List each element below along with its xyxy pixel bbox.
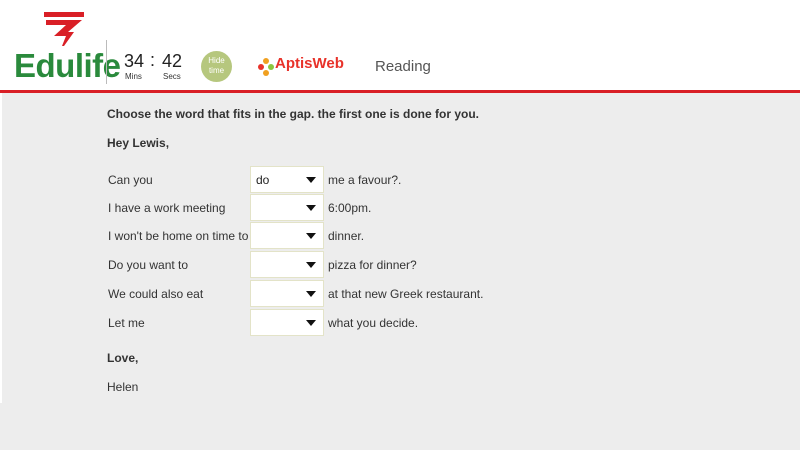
sentence-prefix: Do you want to	[108, 258, 189, 272]
chevron-down-icon	[306, 205, 316, 211]
sentence-row: We could also eat at that new Greek rest…	[0, 280, 800, 308]
answer-dropdown-4[interactable]	[250, 251, 324, 278]
letter-signature: Helen	[107, 380, 139, 394]
timer-minutes-unit: Mins	[125, 72, 142, 81]
timer-seconds-unit: Secs	[163, 72, 181, 81]
letter-closing: Love,	[107, 351, 139, 365]
answer-dropdown-2[interactable]	[250, 194, 324, 221]
sentence-suffix: at that new Greek restaurant.	[328, 287, 484, 301]
edulife-logo-icon	[44, 12, 84, 46]
hide-time-button[interactable]: Hide time	[201, 51, 232, 82]
letter-greeting: Hey Lewis,	[107, 136, 170, 150]
chevron-down-icon	[306, 262, 316, 268]
answer-dropdown-5[interactable]	[250, 280, 324, 307]
header-divider	[106, 40, 107, 84]
dropdown-value: do	[256, 173, 270, 187]
task-instruction: Choose the word that fits in the gap. th…	[107, 107, 480, 121]
sentence-suffix: dinner.	[328, 229, 365, 243]
sentence-suffix: 6:00pm.	[328, 201, 372, 215]
header-red-rule	[0, 90, 800, 93]
sentence-prefix: Let me	[108, 316, 145, 330]
chevron-down-icon	[306, 233, 316, 239]
chevron-down-icon	[306, 291, 316, 297]
answer-dropdown-3[interactable]	[250, 222, 324, 249]
chevron-down-icon	[306, 177, 316, 183]
sentence-row: Can you do me a favour?.	[0, 166, 800, 194]
sentence-row: I won't be home on time to dinner.	[0, 222, 800, 250]
chevron-down-icon	[306, 320, 316, 326]
sentence-prefix: I have a work meeting	[108, 201, 226, 215]
sentence-prefix: We could also eat	[108, 287, 204, 301]
sentence-suffix: pizza for dinner?	[328, 258, 417, 272]
timer-seconds: 42	[162, 51, 183, 71]
sentence-row: Let me what you decide.	[0, 309, 800, 337]
answer-dropdown-6[interactable]	[250, 309, 324, 336]
sentence-row: Do you want to pizza for dinner?	[0, 251, 800, 279]
aptis-logo-text: AptisWeb	[275, 55, 344, 72]
sentence-row: I have a work meeting 6:00pm.	[0, 194, 800, 222]
sentence-suffix: me a favour?.	[328, 173, 402, 187]
top-bar: Edulife 34 : 42 Mins Secs Hide time Apti…	[0, 0, 800, 90]
hide-time-label-line2: time	[208, 66, 225, 75]
timer-separator: :	[150, 50, 156, 70]
logo-text: Edulife	[14, 47, 121, 84]
aptis-logo-icon	[258, 58, 274, 76]
sentence-prefix: Can you	[108, 173, 153, 187]
hide-time-label-line1: Hide	[208, 56, 225, 65]
timer-minutes: 34	[124, 51, 145, 71]
sentence-prefix: I won't be home on time to	[108, 229, 249, 243]
sentence-suffix: what you decide.	[328, 316, 419, 330]
answer-dropdown-1[interactable]: do	[250, 166, 324, 193]
section-title: Reading	[375, 58, 431, 75]
